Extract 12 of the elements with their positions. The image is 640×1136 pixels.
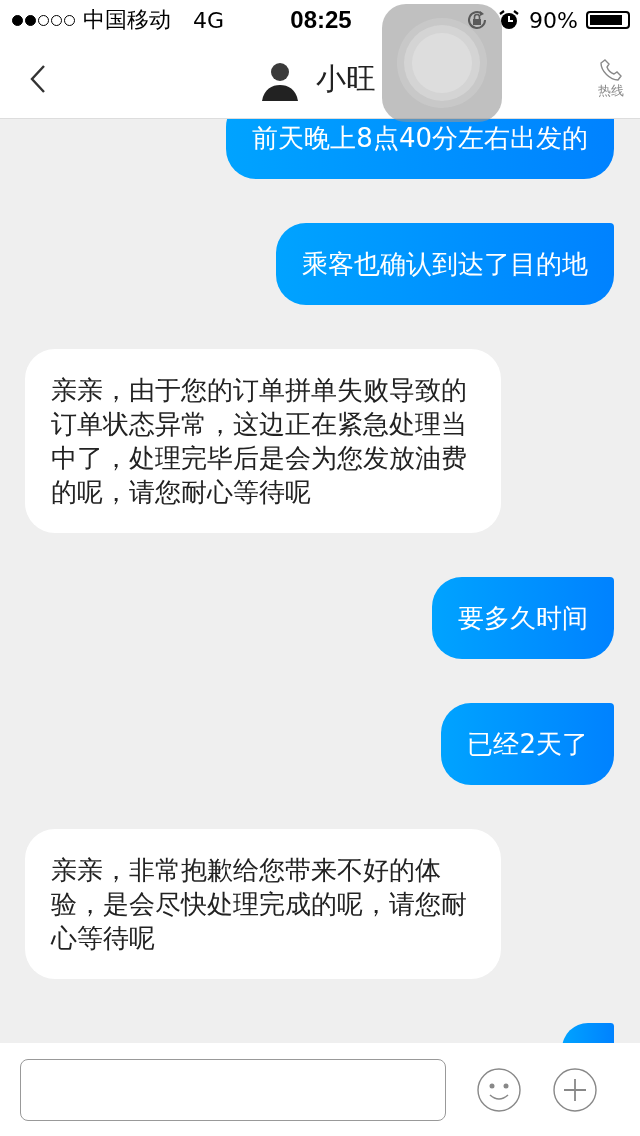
chat-title: 小旺 [316, 59, 376, 98]
message-bubble: 亲亲，非常抱歉给您带来不好的体验，是会尽快处理完成的呢，请您耐心等待呢 [25, 829, 501, 979]
message-bubble: 乘客也确认到达了目的地 [276, 223, 614, 305]
hotline-button[interactable]: 热线 [598, 58, 624, 100]
message-bubble: 亲亲，由于您的订单拼单失败导致的订单状态异常，这边正在紧急处理当中了，处理完毕后是会为您发放油费的呢，请您耐心等待呢 [25, 349, 501, 533]
carrier-name: 中国移动 [83, 6, 171, 34]
status-time: 08:25 [290, 6, 352, 34]
message-bubble: 已经2天了 [441, 703, 614, 785]
message-bubble: 要多久时间 [432, 577, 614, 659]
battery-percent: 90% [529, 7, 578, 33]
network-type: 4G [193, 7, 225, 33]
message-bubble: 前天晚上8点40分左右出发的 [226, 119, 614, 179]
